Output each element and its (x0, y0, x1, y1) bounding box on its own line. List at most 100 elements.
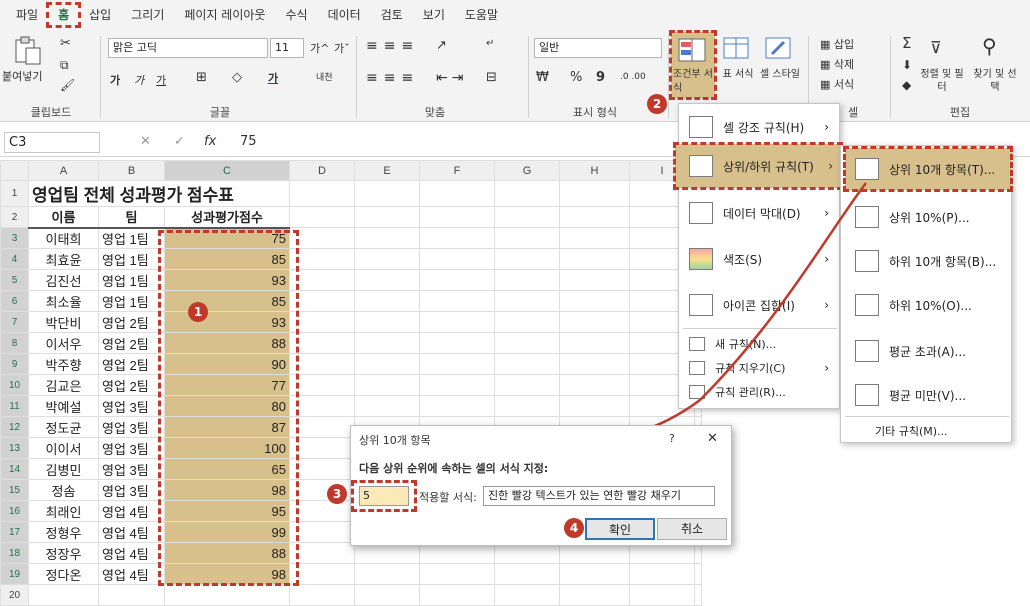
submenu-item-bottom-10[interactable]: 하위 10개 항목(B)... (855, 246, 1009, 276)
row-header[interactable]: 19 (0, 563, 29, 585)
header-cell[interactable]: 성과평가점수 (164, 206, 290, 229)
font-name-select[interactable]: 맑은 고딕 (108, 38, 268, 58)
merge-icon[interactable]: ⊟ (486, 70, 497, 85)
comma-button[interactable]: 9 (596, 70, 605, 85)
cell[interactable] (419, 269, 495, 291)
font-size-select[interactable]: 11 (270, 38, 304, 58)
column-header[interactable]: F (419, 160, 495, 181)
menu-item-manage-rules[interactable]: 규칙 관리(R)... (689, 382, 837, 402)
score-cell[interactable]: 90 (164, 353, 290, 375)
cell[interactable] (354, 248, 420, 270)
row-header[interactable]: 7 (0, 311, 29, 333)
team-cell[interactable]: 영업 3팀 (98, 458, 165, 480)
indent-icons[interactable]: ⇤⇥ (436, 70, 467, 86)
menu-item-icon-sets[interactable]: 아이콘 집합(I) › (683, 290, 837, 320)
cell[interactable] (559, 290, 630, 312)
team-cell[interactable]: 영업 2팀 (98, 332, 165, 354)
score-cell[interactable]: 93 (164, 269, 290, 291)
sheet-title[interactable]: 영업팀 전체 성과평가 점수표 (29, 181, 290, 207)
cell[interactable] (354, 180, 420, 207)
name-cell[interactable]: 박단비 (28, 311, 99, 333)
cell[interactable] (559, 269, 630, 291)
cell[interactable] (354, 563, 420, 585)
name-cell[interactable]: 정솜 (28, 479, 99, 501)
fill-color-icon[interactable]: ◇ (232, 70, 242, 85)
column-header[interactable]: E (354, 160, 420, 181)
submenu-item-below-average[interactable]: 평균 미만(V)... (855, 380, 1009, 410)
function-icon[interactable]: fx (204, 134, 216, 149)
column-header[interactable]: D (289, 160, 355, 181)
find-select-label[interactable]: 찾기 및 선택 (970, 68, 1020, 94)
orientation-icon[interactable]: ↗ (436, 38, 447, 53)
menu-item-color-scales[interactable]: 색조(S) › (683, 244, 837, 274)
cell[interactable] (494, 311, 560, 333)
row-header[interactable]: 6 (0, 290, 29, 312)
cell[interactable] (559, 206, 630, 228)
header-cell[interactable]: 이름 (28, 206, 99, 229)
tab-insert[interactable]: 삽입 (79, 4, 121, 26)
sort-filter-icon[interactable]: ⊽ (930, 38, 942, 57)
name-cell[interactable]: 박주향 (28, 353, 99, 375)
cell[interactable] (419, 311, 495, 333)
tab-draw[interactable]: 그리기 (121, 4, 174, 26)
cell[interactable] (289, 542, 355, 564)
cell-style-icon[interactable] (764, 36, 794, 62)
cell[interactable] (354, 374, 420, 396)
cell[interactable] (494, 395, 560, 417)
format-select[interactable]: 진한 빨강 텍스트가 있는 연한 빨강 채우기 (483, 486, 715, 506)
name-cell[interactable]: 정장우 (28, 542, 99, 564)
cell[interactable] (289, 416, 355, 438)
cell[interactable] (354, 353, 420, 375)
cell[interactable] (289, 521, 355, 543)
name-cell[interactable]: 김교은 (28, 374, 99, 396)
vertical-align-icons[interactable]: ≡≡≡ (366, 38, 419, 54)
cell[interactable] (354, 227, 420, 249)
team-cell[interactable]: 영업 3팀 (98, 437, 165, 459)
horizontal-align-icons[interactable]: ≡≡≡ (366, 70, 419, 86)
format-painter-icon[interactable]: 🖌 (60, 78, 75, 92)
cell[interactable] (98, 584, 165, 606)
cell[interactable] (494, 206, 560, 228)
team-cell[interactable]: 영업 4팀 (98, 500, 165, 522)
submenu-item-top-10-percent[interactable]: 상위 10%(P)... (855, 202, 1009, 232)
row-header[interactable]: 18 (0, 542, 29, 564)
score-cell[interactable]: 80 (164, 395, 290, 417)
team-cell[interactable]: 영업 4팀 (98, 563, 165, 585)
tab-home[interactable]: 홈 (46, 2, 82, 28)
team-cell[interactable]: 영업 2팀 (98, 311, 165, 333)
cell[interactable] (494, 227, 560, 249)
cell[interactable] (559, 311, 630, 333)
tab-data[interactable]: 데이터 (318, 4, 371, 26)
column-header[interactable]: G (494, 160, 560, 181)
italic-button[interactable]: 가 (134, 72, 144, 88)
name-cell[interactable]: 최효윤 (28, 248, 99, 270)
name-cell[interactable]: 정형우 (28, 521, 99, 543)
cell[interactable] (289, 248, 355, 270)
cell[interactable] (354, 206, 420, 228)
cell[interactable] (354, 332, 420, 354)
cell[interactable] (289, 180, 355, 207)
score-cell[interactable]: 75 (164, 227, 290, 249)
cell[interactable] (289, 563, 355, 585)
row-header[interactable]: 16 (0, 500, 29, 522)
score-cell[interactable]: 98 (164, 479, 290, 501)
phonetic-icon[interactable]: 내천 (316, 70, 333, 83)
cell[interactable] (289, 458, 355, 480)
score-cell[interactable]: 85 (164, 248, 290, 270)
cell[interactable] (289, 353, 355, 375)
row-header[interactable]: 20 (0, 584, 29, 606)
cell[interactable] (559, 227, 630, 249)
cell[interactable] (629, 584, 695, 606)
tab-page-layout[interactable]: 페이지 레이아웃 (174, 4, 275, 26)
team-cell[interactable]: 영업 1팀 (98, 227, 165, 249)
cell[interactable] (494, 269, 560, 291)
formula-input[interactable]: 75 (240, 134, 257, 149)
name-cell[interactable]: 정도균 (28, 416, 99, 438)
cell[interactable] (494, 180, 560, 207)
name-cell[interactable]: 이이서 (28, 437, 99, 459)
row-header[interactable]: 1 (0, 180, 29, 207)
rank-count-input[interactable]: 5 (359, 486, 409, 506)
clear-icon[interactable]: ◆ (902, 78, 911, 92)
cell[interactable] (629, 563, 695, 585)
row-header[interactable]: 11 (0, 395, 29, 417)
